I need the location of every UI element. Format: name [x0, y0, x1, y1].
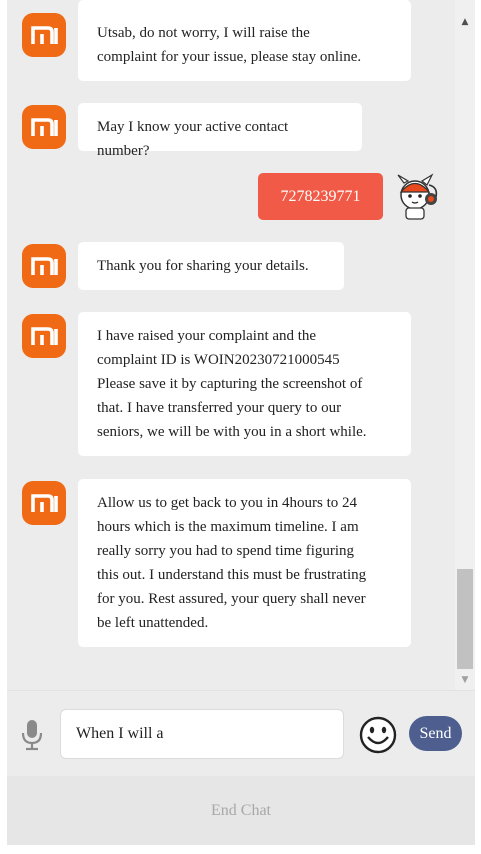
message-line: Allow us to get back to you in 4hours to… — [97, 495, 357, 511]
bot-message: I have raised your complaint and the com… — [78, 312, 411, 456]
message-line: hours which is the maximum timeline. I a… — [97, 519, 359, 535]
vertical-scrollbar[interactable]: ▲ ▼ — [455, 0, 475, 690]
scroll-down-arrow-icon[interactable]: ▼ — [455, 671, 475, 689]
message-line: be left unattended. — [97, 615, 209, 631]
bot-message: Thank you for sharing your details. — [78, 242, 344, 290]
bot-message: Allow us to get back to you in 4hours to… — [78, 479, 411, 647]
message-text: 7278239771 — [280, 187, 361, 205]
message-line: complaint for your issue, please stay on… — [97, 49, 362, 65]
message-input[interactable] — [60, 709, 344, 759]
user-message: 7278239771 — [258, 173, 383, 220]
microphone-icon[interactable] — [20, 719, 44, 751]
message-list: Utsab, do not worry, I will raise the co… — [7, 0, 455, 690]
xiaomi-logo-icon — [22, 481, 66, 525]
xiaomi-logo-icon — [22, 105, 66, 149]
bot-message: May I know your active contact number? — [78, 103, 362, 159]
message-line: this out. I understand this must be frus… — [97, 567, 367, 583]
message-line: that. I have transferred your query to o… — [97, 400, 342, 416]
message-line: Utsab, do not worry, I will raise the — [97, 25, 310, 41]
scroll-up-arrow-icon[interactable]: ▲ — [455, 13, 475, 31]
message-line: Thank you for sharing your details. — [97, 258, 309, 274]
composer-bar: Send — [7, 690, 475, 777]
message-line: May I know your active contact number? — [97, 119, 289, 159]
end-chat-button[interactable]: End Chat — [7, 776, 475, 845]
message-line: seniors, we will be with you in a short … — [97, 424, 367, 440]
xiaomi-logo-icon — [22, 314, 66, 358]
message-line: Please save it by capturing the screensh… — [97, 376, 363, 392]
scrollbar-thumb[interactable] — [457, 569, 473, 669]
xiaomi-logo-icon — [22, 244, 66, 288]
xiaomi-logo-icon — [22, 13, 66, 57]
mitu-bunny-avatar-icon — [392, 173, 442, 221]
smiley-face-icon[interactable] — [359, 716, 397, 754]
message-line: I have raised your complaint and the — [97, 328, 317, 344]
message-line: really sorry you had to spend time figur… — [97, 543, 355, 559]
send-button[interactable]: Send — [409, 716, 462, 751]
chat-window: Utsab, do not worry, I will raise the co… — [7, 0, 475, 845]
message-line: complaint ID is WOIN20230721000545 — [97, 352, 340, 368]
message-line: for you. Rest assured, your query shall … — [97, 591, 366, 607]
bot-message: Utsab, do not worry, I will raise the co… — [78, 0, 411, 81]
